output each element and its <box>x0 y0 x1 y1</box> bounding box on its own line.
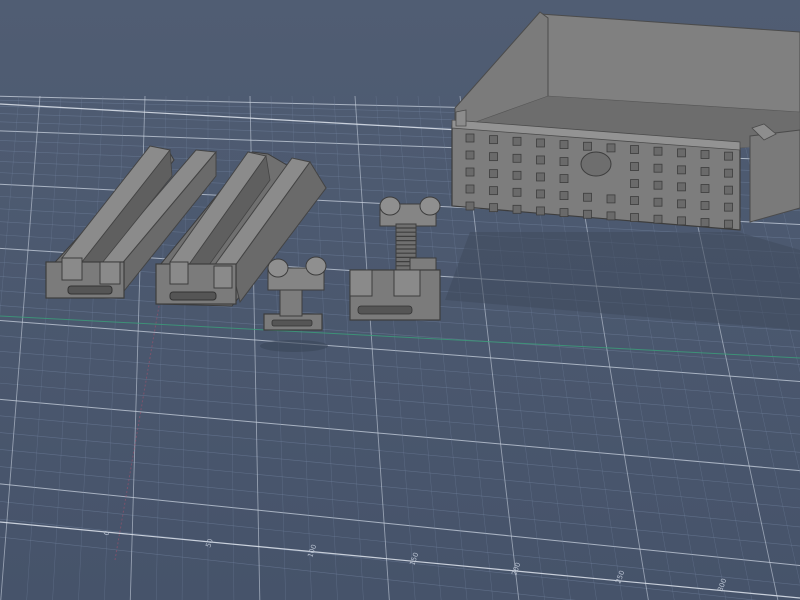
drawer-left-handle-tab <box>455 109 467 127</box>
drawer-pattern-square <box>630 213 639 222</box>
drawer-pattern-square <box>677 165 686 175</box>
drawer-pattern-square <box>700 184 710 193</box>
drawer-pattern-square <box>512 136 522 146</box>
drawer-pattern-square <box>465 201 475 211</box>
drawer-pattern-square <box>512 187 522 197</box>
drawer-pattern-square <box>583 209 592 219</box>
drawer-pattern-square <box>653 146 663 156</box>
drawer-pattern-square <box>512 153 522 163</box>
drawer-right-wall <box>749 129 800 223</box>
clip-single-stem <box>279 287 303 317</box>
drawer-pattern-square <box>606 143 616 153</box>
drawer-pattern-square <box>724 219 733 229</box>
drawer-pattern-square <box>630 162 639 171</box>
clip-single-roller-left <box>267 258 289 278</box>
drawer-pattern-square <box>724 185 733 195</box>
drawer-pattern-square <box>630 196 639 205</box>
drawer-pull-hole[interactable] <box>580 151 612 177</box>
scene-canvas[interactable]: 0 50 100 150 200 250 300 <box>0 0 800 600</box>
3d-viewport[interactable]: 0 50 100 150 200 250 300 <box>0 0 800 600</box>
drawer-pattern-square <box>559 157 569 167</box>
rail-2-end-post-right <box>213 265 233 289</box>
rail-2-slot <box>169 291 217 301</box>
drawer-pattern-square <box>465 167 475 177</box>
drawer-pattern-square <box>536 155 545 165</box>
drawer-pattern-square <box>465 184 475 194</box>
drawer-pattern-square <box>536 206 545 216</box>
drawer-pattern-square <box>653 197 663 207</box>
drawer-pattern-square <box>489 152 498 162</box>
drawer-pattern-square <box>700 167 710 176</box>
drawer-pattern-square <box>489 186 498 196</box>
drawer-pattern-square <box>559 140 569 150</box>
drawer-pattern-square <box>583 141 592 151</box>
drawer-pattern-square <box>536 138 545 148</box>
drawer-pattern-square <box>512 170 522 180</box>
clip-single-slot <box>271 319 313 327</box>
clip-double-base-post-right <box>393 269 421 297</box>
clip-double-roller-right <box>419 196 441 216</box>
clip-double-roller-left <box>379 196 401 216</box>
drawer-pattern-square <box>489 203 498 213</box>
drawer-pattern-square <box>630 145 639 154</box>
drawer-pattern-square <box>559 174 569 184</box>
drawer-pattern-square <box>606 211 616 221</box>
drawer-pattern-square <box>489 135 498 145</box>
drawer-pattern-square <box>653 214 663 224</box>
drawer-pattern-square <box>653 180 663 190</box>
drawer-pattern-square <box>677 182 686 192</box>
drawer-pattern-square <box>724 168 733 178</box>
drawer-pattern-square <box>559 208 569 218</box>
drawer-pattern-square <box>583 192 592 202</box>
drawer-pattern-square <box>630 179 639 188</box>
rail-2-end-post-left <box>169 261 189 285</box>
drawer-pattern-square <box>677 199 686 209</box>
rail-1-end-post-right <box>99 261 121 285</box>
clip-single-roller-right <box>305 256 327 276</box>
drawer-pattern-square <box>700 218 710 227</box>
drawer-pattern-square <box>465 150 475 160</box>
rail-1-slot <box>67 285 113 295</box>
rail-1-end-post-left <box>61 257 83 281</box>
drawer-pattern-square <box>489 169 498 179</box>
drawer-pattern-square <box>536 172 545 182</box>
drawer-pattern-square <box>700 201 710 210</box>
drawer-pattern-square <box>606 194 616 204</box>
drawer-pattern-square <box>559 191 569 201</box>
drawer-pattern-square <box>724 151 733 161</box>
drawer-pattern-square <box>512 204 522 214</box>
drawer-pattern-square <box>724 202 733 212</box>
drawer-pattern-square <box>677 216 686 226</box>
drawer-pattern-square <box>465 133 475 143</box>
drawer-pattern-square <box>653 163 663 173</box>
clip-single-shadow <box>260 340 328 352</box>
drawer-pattern-square <box>677 148 686 158</box>
clip-double-base-post-left <box>349 269 373 297</box>
drawer-pattern-square <box>536 189 545 199</box>
clip-double-slot <box>357 305 413 315</box>
drawer-pattern-square <box>700 150 710 159</box>
